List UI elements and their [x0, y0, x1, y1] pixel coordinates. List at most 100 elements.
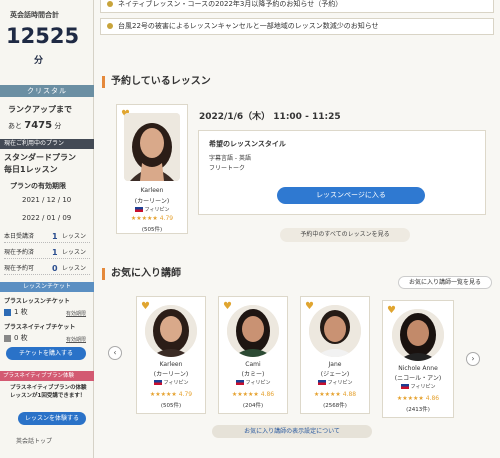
count-unit: レッスン [62, 265, 87, 272]
tutor-photo [227, 305, 279, 357]
promo-text: プラスネイティブプランの体験レッスンが1回受講できます！ [10, 385, 87, 399]
lesson-style-item: 字幕言語 - 英語 [209, 155, 251, 162]
chevron-left-icon[interactable]: ‹ [108, 346, 122, 360]
tutor-photo [309, 305, 361, 357]
rankup-unit: 分 [54, 122, 62, 130]
favorite-tutor-card[interactable]: ♥ Jane (ジェーン) フィリピン ★★★★★ 4.88 (2568件) [300, 296, 370, 414]
try-lesson-button[interactable]: レッスンを体験する [18, 412, 86, 425]
count-label: 本日受講済 [4, 233, 35, 240]
info-icon [107, 1, 113, 7]
lesson-style-box: 希望のレッスンスタイル 字幕言語 - 英語 フリートーク レッスンページに入る [198, 130, 486, 215]
tutor-photo [124, 113, 180, 181]
tutor-rating: ★★★★★ 4.86 [383, 395, 453, 402]
current-plan-header: 現在ご利用中のプラン [0, 139, 94, 149]
heart-icon[interactable]: ♥ [305, 301, 314, 312]
tutor-kana: (カーリーン) [153, 371, 189, 378]
tutor-country: フィリピン [383, 383, 453, 390]
heart-icon[interactable]: ♥ [141, 301, 150, 312]
plus-native-ticket-count: 0 枚 [4, 333, 28, 343]
rating-value: 4.86 [260, 391, 275, 398]
ticket-count-text: 0 枚 [14, 334, 28, 342]
star-icons: ★★★★★ [231, 391, 259, 398]
count-unit: レッスン [62, 249, 87, 256]
rankup-value: 7475 [24, 120, 53, 131]
total-time-unit: 分 [34, 56, 44, 66]
english-top-link[interactable]: 英会話トップ [16, 436, 52, 445]
tutor-country: フィリピン [301, 379, 369, 386]
plus-lesson-ticket-count: 1 枚 [4, 307, 28, 317]
rating-value: 4.86 [425, 395, 440, 402]
ticket-b-expiry-link[interactable]: 有効期限 [66, 336, 86, 343]
count-number: 0 [52, 264, 58, 273]
rating-value: 4.79 [178, 391, 193, 398]
tutor-kana: (カミー) [241, 371, 265, 378]
tutor-kana: (ジェーン) [320, 371, 350, 378]
reserved-section-title: 予約しているレッスン [102, 76, 211, 88]
favorite-tutor-card[interactable]: ♥ Karleen (カーリーン) フィリピン ★★★★★ 4.79 (505件) [136, 296, 206, 414]
rating-value: 4.79 [159, 215, 174, 222]
reserved-tutor-card[interactable]: ♥ Karleen (カーリーン) フィリピン ★★★★★4.79 (505件) [116, 104, 188, 234]
notice-text: ネイティブレッスン・コースの2022年3月以降予約のお知らせ（予約） [118, 0, 343, 8]
tutor-country: フィリピン [137, 379, 205, 386]
rankup-label: ランクアップまで [8, 105, 72, 114]
heart-icon[interactable]: ♥ [387, 305, 396, 316]
philippines-flag-icon [153, 380, 162, 385]
philippines-flag-icon [317, 380, 326, 385]
lesson-date: 2022/1/6（木） [199, 112, 271, 122]
favorite-tutor-card[interactable]: ♥ Nichole Anne (ニコール・アン) フィリピン ★★★★★ 4.86… [382, 300, 454, 418]
tutor-rating: ★★★★★ 4.86 [219, 391, 287, 398]
tutor-kana: (カーリーン) [134, 198, 170, 205]
philippines-flag-icon [235, 380, 244, 385]
heart-icon[interactable]: ♥ [223, 301, 232, 312]
chevron-right-icon[interactable]: › [466, 352, 480, 366]
country-text: フィリピン [163, 380, 189, 386]
rank-badge: クリスタル [0, 85, 94, 97]
star-icons: ★★★★★ [396, 395, 424, 402]
lesson-style-item: フリートーク [209, 165, 246, 172]
all-reserved-lessons-button[interactable]: 予約中のすべてのレッスンを見る [280, 228, 410, 242]
ticket-a-expiry-link[interactable]: 有効期限 [66, 310, 86, 317]
favorites-settings-button[interactable]: お気に入り講師の表示設定について [212, 425, 372, 438]
country-text: フィリピン [410, 384, 436, 390]
plan-frequency: 毎日1レッスン [4, 165, 58, 174]
count-number: 1 [52, 248, 58, 257]
count-row-available: 現在予約可 0 レッスン [4, 262, 90, 275]
tutor-review-count: (505件) [141, 227, 163, 233]
lesson-style-title: 希望のレッスンスタイル [209, 140, 286, 148]
main-content: ネイティブレッスン・コースの2022年3月以降予約のお知らせ（予約） 台風22号… [94, 0, 500, 458]
sidebar: 英会話時間合計 12525 分 クリスタル ランクアップまで あと 7475 分… [0, 0, 94, 458]
total-time-label: 英会話時間合計 [10, 11, 59, 19]
favorites-section-title: お気に入り講師 [102, 268, 181, 280]
info-icon [107, 23, 113, 29]
tutor-name: Jane [328, 361, 342, 368]
expiry-start: 2021 / 12 / 10 [22, 196, 72, 204]
tutor-photo [392, 309, 444, 361]
philippines-flag-icon [134, 207, 143, 212]
tutor-review-count: (505件) [160, 403, 182, 409]
expiry-end: 2022 / 01 / 09 [22, 214, 72, 222]
rating-value: 4.88 [342, 391, 357, 398]
buy-ticket-button[interactable]: チケットを購入する [6, 347, 86, 360]
count-number: 1 [52, 232, 58, 241]
count-unit: レッスン [62, 233, 87, 240]
promo-header: プラスネイティブプラン体験 [0, 371, 94, 381]
tutor-name: Karleen [159, 361, 183, 368]
notice-item[interactable]: ネイティブレッスン・コースの2022年3月以降予約のお知らせ（予約） [100, 0, 494, 13]
tutor-review-count: (2413件) [406, 407, 430, 413]
country-text: フィリピン [144, 207, 170, 213]
count-label: 現在予約可 [4, 265, 35, 272]
ticket-count-text: 1 枚 [14, 308, 28, 316]
country-text: フィリピン [327, 380, 353, 386]
rankup-remaining: あと 7475 分 [8, 120, 61, 131]
ticket-icon [4, 308, 11, 316]
plan-name: スタンダードプラン [4, 153, 76, 162]
tutor-rating: ★★★★★ 4.79 [117, 215, 187, 222]
notice-item[interactable]: 台風22号の被害によるレッスンキャンセルと一部地域のレッスン数減少のお知らせ [100, 18, 494, 35]
count-row-taken: 本日受講済 1 レッスン [4, 230, 90, 243]
favorite-tutor-card[interactable]: ♥ Cami (カミー) フィリピン ★★★★★ 4.86 (204件) [218, 296, 288, 414]
star-icons: ★★★★★ [130, 215, 158, 222]
enter-lesson-button[interactable]: レッスンページに入る [277, 187, 425, 204]
tutor-name: Cami [245, 361, 261, 368]
count-row-reserved: 現在予約済 1 レッスン [4, 246, 90, 259]
favorites-list-button[interactable]: お気に入り講師一覧を見る [398, 276, 492, 289]
